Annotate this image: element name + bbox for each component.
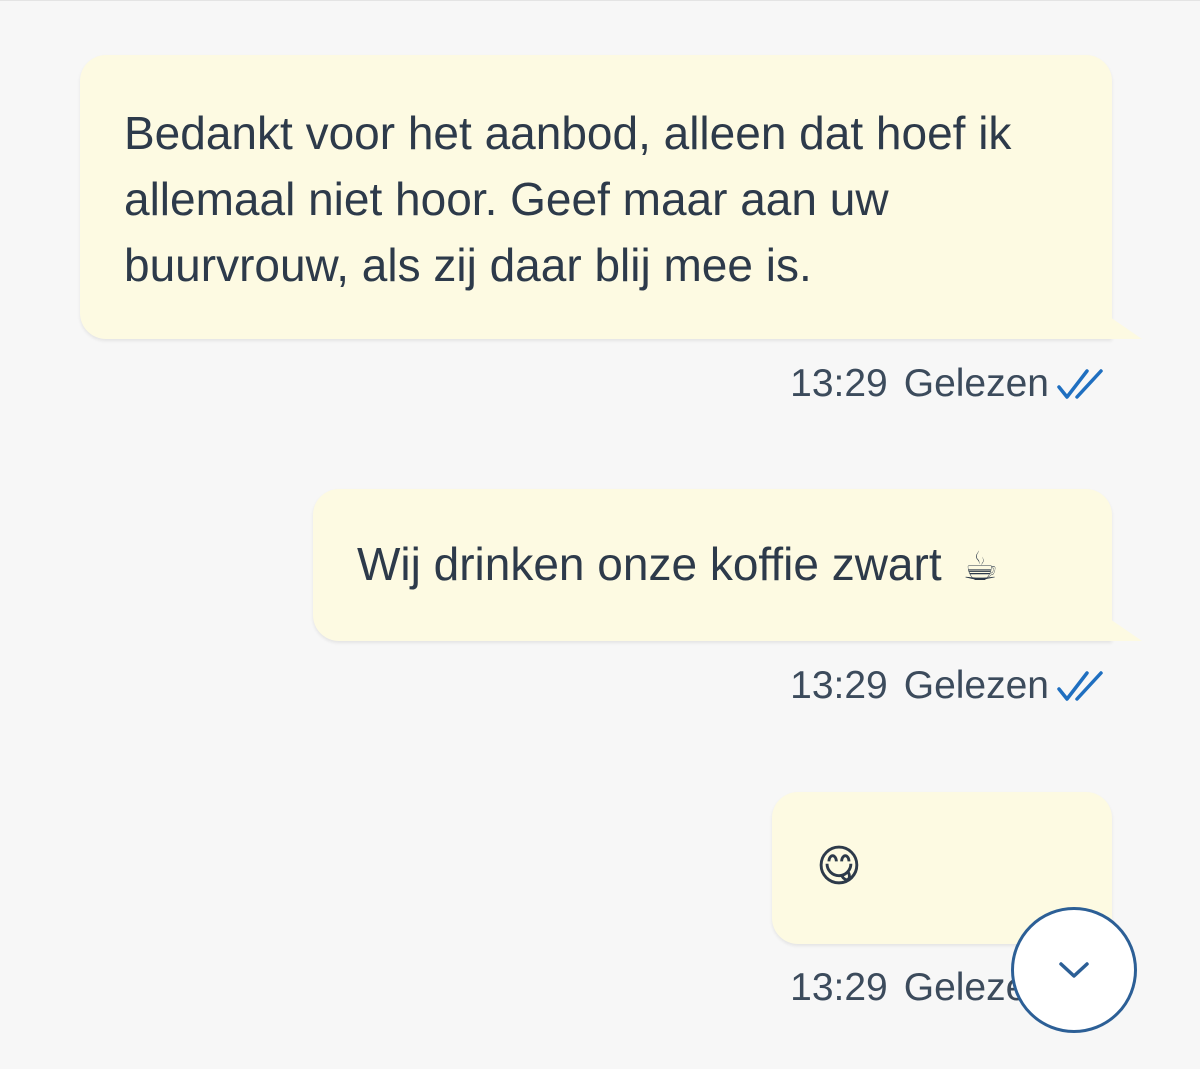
divider <box>0 0 1200 1</box>
yum-emoji: 😋 <box>816 841 862 892</box>
message-time: 13:29 <box>790 664 888 707</box>
chevron-down-icon <box>1059 962 1089 978</box>
message-time: 13:29 <box>790 362 888 405</box>
message-text: Wij drinken onze koffie zwart <box>357 538 942 590</box>
message-status: Gelezen <box>903 362 1049 405</box>
double-check-icon <box>1057 671 1103 701</box>
message-meta: 13:29 Gelezen <box>790 664 1105 708</box>
bubble-tail <box>1110 317 1142 339</box>
coffee-emoji: ☕ <box>962 544 999 590</box>
message-status: Gelezen <box>903 664 1049 707</box>
chat-view: Bedankt voor het aanbod, alleen dat hoef… <box>0 0 1200 1069</box>
bubble-tail <box>1110 619 1142 641</box>
message-time: 13:29 <box>790 966 888 1009</box>
scroll-to-bottom-button[interactable] <box>1011 907 1137 1033</box>
message-bubble[interactable]: Wij drinken onze koffie zwart ☕ <box>313 489 1112 641</box>
double-check-icon <box>1057 369 1103 399</box>
message-bubble[interactable]: Bedankt voor het aanbod, alleen dat hoef… <box>80 55 1112 339</box>
message-meta: 13:29 Gelezen <box>790 362 1105 406</box>
message-text: Bedankt voor het aanbod, alleen dat hoef… <box>124 107 1012 291</box>
